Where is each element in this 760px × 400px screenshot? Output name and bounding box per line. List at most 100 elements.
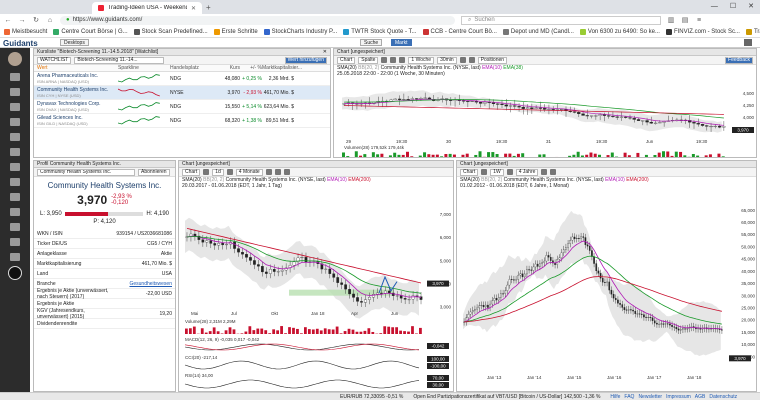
watchlist-select[interactable]: Biotech-Screening 11.-14... [74,56,165,64]
cell-place[interactable]: NYSE [168,90,216,96]
footer-link[interactable]: Impressum [666,394,691,400]
tool-icon[interactable] [283,169,290,175]
tool-icon[interactable] [390,57,397,63]
home-icon[interactable]: ⌂ [46,17,54,24]
forward-icon[interactable]: → [18,17,26,24]
add-value-button[interactable]: Wert hinzufügen [284,56,327,64]
calendar-icon[interactable] [10,133,20,141]
column-button[interactable]: Spalte [358,56,379,64]
footer-link[interactable]: Newsletter [638,394,662,400]
period-button[interactable]: 4 Monate [235,168,263,176]
tool-icon[interactable] [468,57,475,63]
tool-icon[interactable] [274,169,281,175]
ticker-eurrub[interactable]: EUR/RUB 72,33095 -0,51 % [340,394,403,400]
widget-close-icon[interactable]: ✕ [323,49,327,55]
folder-icon[interactable] [10,208,20,216]
cell-place[interactable]: NDG [168,118,216,124]
bookmark-item[interactable]: Stock Scan Predefined... [133,28,208,35]
bookmark-item[interactable]: Centre Court Börse | G... [53,28,128,35]
col-header[interactable]: +/- % [240,65,262,71]
tool-icon[interactable] [203,169,210,175]
tool-icon[interactable] [265,169,272,175]
col-header[interactable]: Marktkapitalisier... [262,65,302,71]
table-row[interactable]: Gilead Sciences Inc. ISIN GILD | NASDAQ (… [34,114,330,128]
tool-icon[interactable] [541,169,548,175]
minimize-icon[interactable]: — [711,3,718,10]
feedback-button[interactable]: Feedback [725,56,753,64]
folder-icon[interactable] [10,253,20,261]
bookmark-item[interactable]: Von 6300 zu 6490: So ke... [579,28,660,35]
bookmark-item[interactable]: TWTR Stock Quote - T... [343,28,417,35]
col-header[interactable]: Kurs [216,65,240,71]
chart-type-button[interactable]: Chart [182,168,201,176]
url-field[interactable]: ● https://www.guidants.com/ [60,15,455,25]
bookmark-item[interactable]: StockCharts Industry P... [263,28,337,35]
top-chart-canvas[interactable]: 4,5004,2504,0003,7503,9702919:303019:303… [334,87,757,158]
bookmark-item[interactable]: Trading [745,28,760,35]
tool-icon[interactable] [506,169,513,175]
tool-icon[interactable] [226,169,233,175]
col-header[interactable]: Wert [34,65,118,71]
bookmark-item[interactable]: Meistbesucht [4,28,47,35]
mid-chart-canvas[interactable]: 7,0006,0005,0004,0003,0003,970MaiJulOktJ… [179,199,454,392]
chart-type-button[interactable]: Chart [337,56,356,64]
right-chart-canvas[interactable]: 65,000 60,000 55,000 50,000 45,000 40,000 35,0… [457,199,757,392]
tool-icon[interactable] [459,57,466,63]
menu-icon[interactable]: ≡ [695,17,703,24]
interval-button[interactable]: 1d [212,168,224,176]
bookmark-item[interactable]: Depot und MD (Candl... [502,28,574,35]
col-header[interactable]: Sparkline [118,65,168,71]
user-icon[interactable] [10,148,20,156]
interval-button[interactable]: 30min [437,56,457,64]
footer-link[interactable]: AGB [695,394,706,400]
period-button[interactable]: 1 Woche [408,56,435,64]
browser-search-input[interactable]: ⌕ Suchen [461,15,661,25]
profile-search-input[interactable]: Community Health Systems Inc. [37,168,135,176]
settings-icon[interactable] [744,39,752,46]
positions-button[interactable]: Positionen [477,56,508,64]
bookmark-item[interactable]: Erste Schritte [213,28,258,35]
suche-button[interactable]: Suche [360,39,383,46]
table-row[interactable]: Arena Pharmaceuticals Inc. ISIN ARNA | NA… [34,72,330,86]
trend-icon[interactable] [10,163,20,171]
table-row[interactable]: Community Health Systems Inc. ISIN CYH | … [34,86,330,100]
folder-icon[interactable] [10,118,20,126]
markt-button[interactable]: Markt [391,39,412,46]
folder-icon[interactable] [10,223,20,231]
watchlist-dropdown[interactable]: WATCHLIST [37,56,72,64]
browser-tab-active[interactable]: Trading-Ideen USA - Weekend-Edition 02.0… [92,2,202,14]
cell-place[interactable]: NDG [168,76,216,82]
chart-type-button[interactable]: Chart [460,168,479,176]
footer-link[interactable]: Datenschutz [709,394,737,400]
interval-button[interactable]: 1W [490,168,504,176]
bookmark-item[interactable]: FINVIZ.com - Stock Sc... [665,28,740,35]
window-close-icon[interactable]: ✕ [748,2,754,10]
folder-icon[interactable] [10,193,20,201]
col-header[interactable]: Handelsplatz [168,65,216,71]
tool-icon[interactable] [481,169,488,175]
list-icon[interactable] [10,103,20,111]
ticker-bitcoin[interactable]: Open End Partizipationszertifikat auf VB… [413,394,600,400]
help-icon[interactable] [8,266,22,280]
desktops-button[interactable]: Desktops [60,39,89,46]
maximize-icon[interactable]: ☐ [730,2,736,10]
sidebar-toggle-icon[interactable]: ▤ [681,16,689,24]
footer-link[interactable]: FAQ [624,394,634,400]
tool-icon[interactable] [550,169,557,175]
avatar[interactable] [8,52,22,66]
table-row[interactable]: Dynavax Technologies Corp. ISIN DVAX | NA… [34,100,330,114]
bookmark-item[interactable]: CCB - Centre Court Bö... [422,28,497,35]
tool-icon[interactable] [399,57,406,63]
new-tab-icon[interactable]: + [206,3,211,12]
tab-close-icon[interactable]: ✕ [191,5,196,12]
folder-icon[interactable] [10,238,20,246]
cell-place[interactable]: NDG [168,104,216,110]
tool-icon[interactable] [381,57,388,63]
star-icon[interactable] [10,178,20,186]
library-icon[interactable]: ▥ [667,16,675,24]
footer-link[interactable]: Hilfe [610,394,620,400]
reload-icon[interactable]: ↻ [32,16,40,24]
back-icon[interactable]: ← [4,17,12,24]
chart-icon[interactable] [10,88,20,96]
profile-value[interactable]: Gesundheitswesen [129,281,172,287]
